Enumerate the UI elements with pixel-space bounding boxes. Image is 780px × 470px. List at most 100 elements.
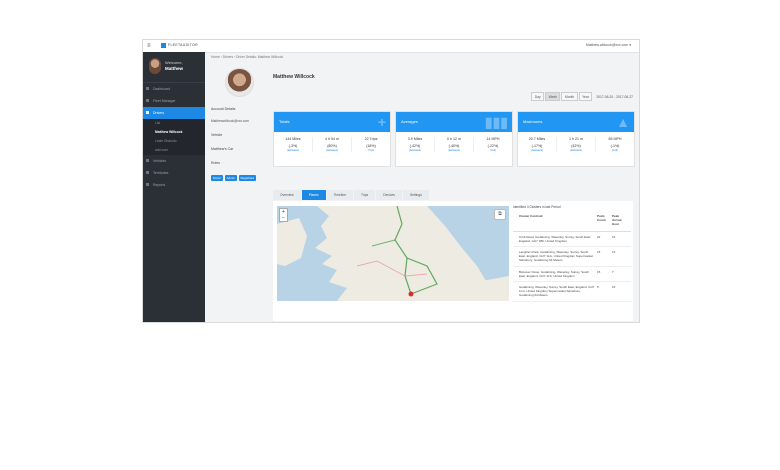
maximums-card: Maximums ▲ 20.7 Miles (-17%) (lastweek) 1 h…: [517, 111, 635, 167]
sidebar-item-label: Vehicles: [153, 159, 167, 163]
account-panel: Account Details Matthewwillcock@xxx.com …: [211, 107, 266, 181]
stat-col: 22 Trips (18%) Trips: [352, 137, 390, 152]
stat-note: (mtd): [611, 149, 619, 152]
sidebar-item-territories[interactable]: Territories: [143, 167, 205, 179]
period-week-button[interactable]: Week: [545, 92, 561, 101]
map-view[interactable]: + − ⧉: [277, 206, 509, 301]
stat-note: (mtd): [489, 149, 497, 152]
sidebar-item-vehicles[interactable]: Vehicles: [143, 155, 205, 167]
tab-devices[interactable]: Devices: [376, 190, 402, 200]
averages-card: Averages ▮▮▮ 3.9 Miles (-42%) (lastweek) 0 …: [395, 111, 513, 167]
tab-settings[interactable]: Settings: [402, 190, 429, 200]
sidebar-item-dashboard[interactable]: Dashboard: [143, 83, 205, 95]
stat-note: Trips: [368, 149, 374, 152]
table-row: Langham Park, Godalming, Waverley, Surre…: [513, 247, 631, 267]
driver-avatar: [225, 68, 254, 97]
role-badge: Registrars: [238, 175, 257, 181]
page-title: Matthew Willcock: [273, 74, 315, 80]
cell-hour: 16: [612, 285, 616, 290]
stat-value: 0 h 12 m: [447, 137, 461, 141]
sidebar-user-name: Matthew: [165, 66, 183, 71]
sidebar-profile: Welcome, Matthew: [143, 52, 205, 83]
period-year-button[interactable]: Year: [578, 92, 593, 101]
stat-value: 3.9 Miles: [407, 137, 423, 141]
stat-col: 65 MPH (-1%) (mtd): [596, 137, 634, 152]
cell-count: 15: [597, 250, 601, 255]
cell-centroid: Langham Park, Godalming, Waverley, Surre…: [519, 250, 594, 263]
reports-icon: [146, 183, 149, 186]
app-logo-icon: [161, 43, 166, 48]
stat-note: (lastweek): [570, 149, 582, 152]
stat-change: (-17%): [531, 144, 543, 148]
stat-change: (-22%): [487, 144, 499, 148]
sidebar-item-reports[interactable]: Reports: [143, 179, 205, 191]
sidebar-item-fleet-manager[interactable]: Fleet Manager: [143, 95, 205, 107]
layers-icon[interactable]: ⧉: [494, 209, 506, 220]
stat-note: (lastweek): [531, 149, 543, 152]
breadcrumb[interactable]: Home › Drivers › Driver Details: Matthew…: [211, 55, 283, 59]
period-selector: Day Week Month Year 2017-06-20 - 2017-06…: [531, 92, 633, 101]
sidebar-subitem-list[interactable]: List: [143, 119, 205, 128]
main-content: Home › Drivers › Driver Details: Matthew…: [205, 52, 639, 322]
stat-note: (lastweek): [326, 149, 338, 152]
stat-change: (-3%): [288, 144, 298, 148]
vehicle-icon: [146, 159, 149, 162]
period-month-button[interactable]: Month: [561, 92, 578, 101]
stat-value: 1 h 21 m: [569, 137, 583, 141]
plus-icon: +: [377, 114, 386, 130]
stat-change: (80%): [327, 144, 337, 148]
column-header: Point Count: [597, 214, 606, 223]
user-menu[interactable]: Matthew.willcock@xxx.com ▾: [586, 43, 631, 47]
stat-value: 22 Trips: [364, 137, 378, 141]
date-range[interactable]: 2017-06-20 - 2017-06-27: [596, 95, 633, 99]
stat-value: 144 Miles: [285, 137, 301, 141]
period-day-button[interactable]: Day: [531, 92, 545, 101]
driver-tabs: Overview Places Timeline Trips Devices S…: [273, 190, 429, 200]
stat-value: 65 MPH: [608, 137, 622, 141]
totals-card: Totals + 144 Miles (-3%) (lastweek) 4 h 54 …: [273, 111, 391, 167]
stat-change: (42%): [571, 144, 581, 148]
stat-col: 20.7 Miles (-17%) (lastweek): [518, 137, 557, 152]
stat-value: 20.7 Miles: [528, 137, 546, 141]
zoom-out-button[interactable]: −: [280, 215, 287, 221]
hamburger-menu-icon[interactable]: ≡: [147, 43, 151, 49]
app-window: ≡ FLEETAUDITOR Matthew.willcock@xxx.com …: [143, 40, 639, 322]
column-header: Peak Arrival Hour: [612, 214, 622, 227]
clusters-table-title: Identified 4 Clusters in last Period: [513, 205, 561, 209]
map-cluster-marker: [408, 291, 414, 297]
sidebar: Welcome, Matthew Dashboard Fleet Manager…: [143, 52, 205, 322]
chart-icon: ▲: [616, 114, 630, 130]
cell-count: 22: [597, 234, 601, 239]
card-title: Averages: [401, 119, 418, 124]
tab-trips[interactable]: Trips: [354, 190, 376, 200]
drivers-icon: [146, 111, 149, 114]
tab-overview[interactable]: Overview: [273, 190, 301, 200]
sidebar-subitem-linde-ghanoto[interactable]: Linde Ghanoto: [143, 137, 205, 146]
sidebar-subitem-matthew-willcock[interactable]: Matthew Willcock: [143, 128, 205, 137]
sidebar-item-drivers[interactable]: Drivers: [143, 107, 205, 119]
card-header: Maximums ▲: [518, 112, 634, 132]
bar-chart-icon: ▮▮▮: [484, 114, 508, 130]
stat-col: 14 MPH (-22%) (mtd): [474, 137, 512, 152]
table-header: Cluster Centroid Point Count Peak Arriva…: [513, 214, 631, 232]
card-title: Maximums: [523, 119, 543, 124]
cell-centroid: Croft Road, Godalming, Waverley, Surrey,…: [519, 234, 591, 243]
roles-label: Roles: [211, 161, 220, 165]
app-brand: FLEETAUDITOR: [168, 43, 198, 47]
tab-places[interactable]: Places: [301, 190, 326, 200]
cell-hour: 16: [612, 234, 616, 239]
account-details-heading: Account Details: [211, 107, 236, 111]
cell-count: 5: [597, 285, 599, 290]
column-header: Cluster Centroid: [519, 214, 543, 218]
stat-change: (-42%): [409, 144, 421, 148]
sidebar-subitem-add-user[interactable]: add user: [143, 146, 205, 155]
territory-icon: [146, 171, 149, 174]
cell-hour: 15: [612, 250, 616, 255]
role-badge: Admin: [224, 175, 238, 181]
stat-value: 4 h 54 m: [325, 137, 339, 141]
cell-hour: 7: [612, 269, 614, 274]
tab-timeline[interactable]: Timeline: [326, 190, 353, 200]
stat-col: 4 h 54 m (80%) (lastweek): [313, 137, 352, 152]
vehicle-value: Matthew's Car: [211, 147, 234, 151]
cell-centroid: Godalming, Waverley, Surrey, South East,…: [519, 285, 595, 298]
